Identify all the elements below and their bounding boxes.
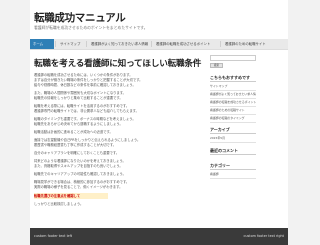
widget-link[interactable]: 看護師がよく知っておきたい求人情報 [210,91,256,99]
post-text-line: 職場見学ができる場合は、積極的に参加するのがおすすめです。 [34,180,130,184]
post-highlight-text: 転職先選びの注意点を確認して [34,194,81,198]
post-text-line: 看護師専門の転職サイトでは、非公開求人なども紹介してもらえます。 [34,109,139,113]
nav-item-sitemap[interactable]: サイトマップ [57,39,85,49]
widget-link[interactable]: サイトマップ [210,83,256,91]
nav-divider [220,41,221,47]
nav-item-job-sites[interactable]: 看護師のための転職サイト [222,39,284,49]
widget-link[interactable]: 看護師の転職を成功させるポイント [210,99,256,107]
widget-link[interactable]: 看護師 [210,171,256,179]
post-text-line: しっかりと比較検討しましょう。 [34,202,84,206]
nav-item-home[interactable]: ホーム [30,39,54,49]
footer-text-left: custom footer text left [34,234,73,238]
widget-divider [210,169,256,170]
widget-divider [210,81,256,82]
post-text-line: また、職場の人間関係や雰囲気も大切なポイントになります。 [34,91,126,95]
post-text-line: 転職を考える際には、転職サイトを活用するのがおすすめです。 [34,104,130,108]
post-text-line: まずは自分が働きたい職場の条件をしっかりと把握することが大切です。 [34,78,143,82]
site-title[interactable]: 転職成功マニュアル [34,10,126,25]
post-text-line: 看護師の転職を成功させるためには、いくつかの条件があります。 [34,73,133,77]
footer-text-right: custom footer text right [243,234,284,238]
widget-link[interactable]: 看護師のための転職サイト [210,107,256,115]
post-text-line: また、資格取得やスキルアップを目指すのも良いでしょう。 [34,164,123,168]
post-text-line: 転職先をあらかじめ決めてから退職するようにしましょう。 [34,122,123,126]
post-text-line: 転職活動は計画的に進めることが成功への近道です。 [34,130,113,134]
widget-divider [210,154,256,155]
widget-divider [210,133,256,134]
search-input[interactable] [210,55,256,61]
nav-item-success-points[interactable]: 看護師の転職を成功させるポイント [153,39,219,49]
post-text-line: 履歴書や職務経歴書も丁寧に作成することが大切です。 [34,143,117,147]
post-text-line: 給与や勤務時間、休日数などの条件を事前に確認しておきましょう。 [34,83,136,87]
widget-link[interactable]: 看護師の転職のタイミング [210,115,256,123]
post-text-line: 自分のキャリアプランを明確にしておくことも重要です。 [34,151,120,155]
nav-divider [55,41,56,47]
post-text-line: 転職のタイミングも重要です。ボーナスの時期などを考えましょう。 [34,117,136,121]
main-nav: ホーム サイトマップ 看護師がよく知っておきたい求人情報 看護師の転職を成功させ… [30,39,288,50]
nav-item-job-info[interactable]: 看護師がよく知っておきたい求人情報 [88,39,150,49]
widget-link[interactable]: 2015年5月 [210,135,256,143]
post-text-line: 転職先の情報をしっかりと集めて比較することが重要です。 [34,96,123,100]
post-text-line: 将来どのような看護師になりたいのかを考えておきましょう。 [34,159,126,163]
post-text-line: 面接では志望動機や自己PRをしっかりと伝えられるようにしましょう。 [34,138,141,142]
search-button[interactable]: 検索 [210,63,223,68]
nav-divider [151,41,152,47]
post-text-line: 実際の職場の様子を見ることで、働くイメージがわきます。 [34,185,123,189]
nav-divider [86,41,87,47]
post-text-line: 転職先でのキャリアアップの可能性も確認しておきましょう。 [34,172,126,176]
site-description: 看護師が転職を成功させるためのポイントをまとめたサイトです。 [34,25,148,30]
site-footer: custom footer text left custom footer te… [30,228,288,245]
post-title[interactable]: 転職を考える看護師に知ってほしい転職条件 [34,57,201,69]
